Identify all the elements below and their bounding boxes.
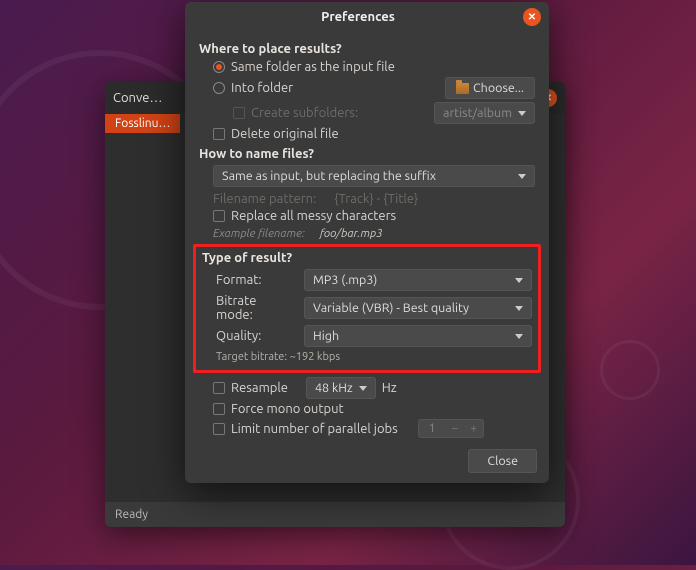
parallel-jobs-stepper[interactable]: 1 − +	[418, 419, 484, 438]
bitrate-mode-label: Bitrate mode:	[216, 294, 294, 322]
close-icon[interactable]: ✕	[523, 8, 541, 26]
subfolder-pattern-select[interactable]: artist/album	[434, 102, 535, 124]
resample-label: Resample	[231, 381, 288, 395]
radio-same-folder[interactable]	[213, 61, 225, 73]
section-type-of-result: Type of result?	[202, 251, 532, 265]
naming-select[interactable]: Same as input, but replacing the suffix	[213, 165, 535, 187]
format-label: Format:	[216, 273, 294, 287]
section-place-results: Where to place results?	[199, 42, 535, 56]
section-name-files: How to name files?	[199, 147, 535, 161]
resample-rate-value: 48 kHz	[315, 381, 353, 395]
dialog-title: Preferences	[193, 10, 523, 24]
bitrate-mode-value: Variable (VBR) - Best quality	[313, 301, 509, 315]
radio-into-folder-label: Into folder	[231, 81, 293, 95]
chevron-down-icon	[518, 174, 526, 179]
preferences-dialog: Preferences ✕ Where to place results? Sa…	[185, 2, 549, 483]
example-filename-value: foo/bar.mp3	[320, 227, 383, 240]
chevron-down-icon	[359, 386, 367, 391]
bitrate-mode-select[interactable]: Variable (VBR) - Best quality	[304, 297, 532, 319]
status-bar: Ready	[105, 502, 565, 527]
type-of-result-highlight: Type of result? Format: MP3 (.mp3) Bitra…	[193, 244, 541, 373]
quality-select[interactable]: High	[304, 325, 532, 347]
close-button[interactable]: Close	[468, 449, 537, 473]
parallel-jobs-value: 1	[419, 420, 446, 437]
main-window-title: Conve…	[113, 91, 162, 105]
chevron-down-icon	[518, 111, 526, 116]
quality-value: High	[313, 329, 509, 343]
example-filename-label: Example filename:	[213, 227, 305, 240]
check-limit-jobs[interactable]	[213, 423, 225, 435]
check-replace-messy[interactable]	[213, 210, 225, 222]
check-delete-original[interactable]	[213, 128, 225, 140]
quality-label: Quality:	[216, 329, 294, 343]
filename-pattern-value: {Track} - {Title}	[334, 192, 418, 206]
check-force-mono[interactable]	[213, 403, 225, 415]
radio-into-folder[interactable]	[213, 82, 225, 94]
target-bitrate-text: Target bitrate: ~192 kbps	[216, 351, 340, 363]
stepper-plus-icon[interactable]: +	[464, 420, 483, 437]
format-select[interactable]: MP3 (.mp3)	[304, 269, 532, 291]
resample-rate-select[interactable]: 48 kHz	[306, 377, 376, 399]
check-create-subfolders[interactable]	[233, 107, 245, 119]
status-text: Ready	[115, 508, 148, 521]
tab-fosslinux[interactable]: Fosslinu…	[105, 114, 180, 133]
chevron-down-icon	[515, 278, 523, 283]
dialog-titlebar: Preferences ✕	[185, 2, 549, 32]
force-mono-label: Force mono output	[231, 402, 344, 416]
chevron-down-icon	[515, 306, 523, 311]
choose-folder-button[interactable]: Choose...	[445, 77, 535, 99]
create-subfolders-label: Create subfolders:	[251, 106, 358, 120]
limit-jobs-label: Limit number of parallel jobs	[231, 422, 398, 436]
replace-messy-label: Replace all messy characters	[231, 209, 396, 223]
format-value: MP3 (.mp3)	[313, 273, 509, 287]
subfolder-pattern-value: artist/album	[443, 106, 512, 120]
radio-same-folder-label: Same folder as the input file	[231, 60, 395, 74]
naming-select-value: Same as input, but replacing the suffix	[222, 169, 512, 183]
delete-original-label: Delete original file	[231, 127, 339, 141]
stepper-minus-icon[interactable]: −	[446, 420, 465, 437]
close-button-label: Close	[487, 454, 518, 468]
chevron-down-icon	[515, 334, 523, 339]
check-resample[interactable]	[213, 382, 225, 394]
filename-pattern-label: Filename pattern:	[213, 192, 316, 206]
folder-icon	[456, 83, 469, 94]
resample-unit: Hz	[382, 381, 397, 395]
choose-button-label: Choose...	[473, 81, 524, 95]
